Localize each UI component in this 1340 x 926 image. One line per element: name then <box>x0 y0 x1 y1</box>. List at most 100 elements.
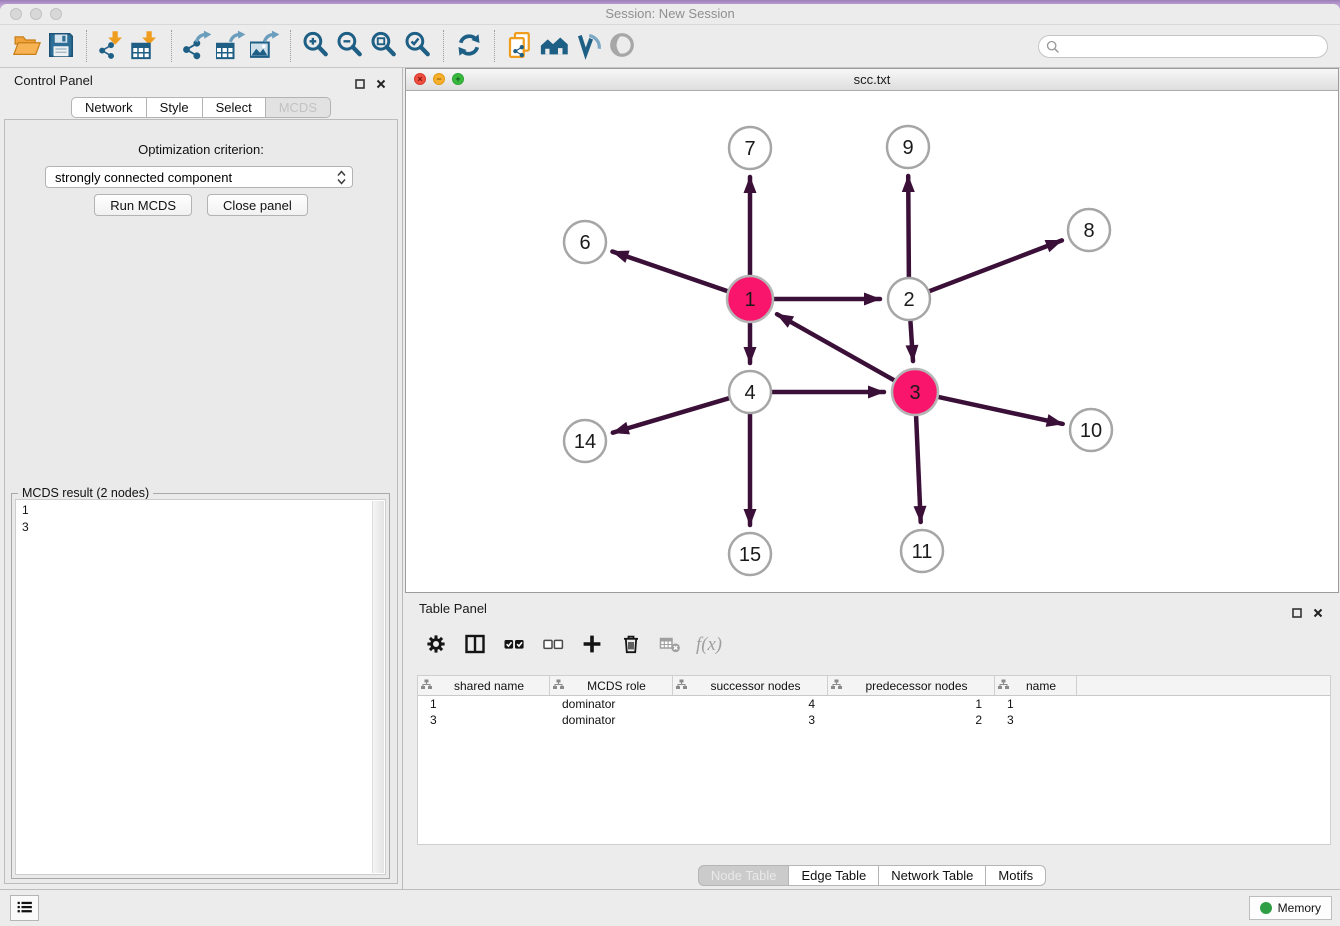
table-cell[interactable]: 3 <box>673 713 828 727</box>
edge-3-1[interactable] <box>777 314 896 381</box>
close-panel-icon[interactable] <box>376 76 386 94</box>
tab-style[interactable]: Style <box>146 97 203 118</box>
column-header-shared-name[interactable]: shared name <box>418 676 550 695</box>
table-row[interactable]: 1dominator411 <box>418 696 1330 712</box>
zoom-out-button[interactable] <box>333 29 367 63</box>
hide-all-columns-button[interactable] <box>540 632 566 658</box>
svg-text:7: 7 <box>744 138 755 160</box>
graph-node-15[interactable]: 15 <box>729 533 771 575</box>
open-session-button[interactable] <box>10 29 44 63</box>
control-panel: Control Panel NetworkStyleSelectMCDS Opt… <box>0 68 403 890</box>
zoom-fit-button[interactable] <box>367 29 401 63</box>
save-session-button[interactable] <box>44 29 78 63</box>
app-window: Session: New Session Control Panel Netwo… <box>0 4 1340 926</box>
graph-node-8[interactable]: 8 <box>1068 209 1110 251</box>
table-cell[interactable]: dominator <box>550 713 673 727</box>
float-table-panel-icon[interactable] <box>1292 605 1302 623</box>
tab-mcds[interactable]: MCDS <box>265 97 331 118</box>
show-panels-list-button[interactable] <box>10 895 39 921</box>
column-header-successor-nodes[interactable]: successor nodes <box>673 676 828 695</box>
close-window-icon[interactable] <box>10 8 22 20</box>
tab-network-table[interactable]: Network Table <box>878 865 986 886</box>
column-header-name[interactable]: name <box>995 676 1077 695</box>
edge-3-11[interactable] <box>916 414 921 522</box>
network-home-button[interactable] <box>537 29 571 63</box>
graph-node-14[interactable]: 14 <box>564 420 606 462</box>
close-panel-button[interactable]: Close panel <box>207 194 308 216</box>
zoom-in-icon <box>301 30 331 63</box>
mcds-pane: Optimization criterion: strongly connect… <box>4 119 398 884</box>
network-minimize-icon[interactable]: − <box>433 73 445 85</box>
svg-text:8: 8 <box>1083 220 1094 242</box>
column-settings-gear-button[interactable] <box>423 632 449 658</box>
add-column-button[interactable] <box>579 632 605 658</box>
close-table-panel-icon[interactable] <box>1313 605 1323 623</box>
network-canvas[interactable]: 7 9 6 8 1 2 4 3 14 10 15 11 <box>406 90 1338 592</box>
graph-node-6[interactable]: 6 <box>564 221 606 263</box>
table-cell[interactable]: 1 <box>418 697 550 711</box>
graph-node-9[interactable]: 9 <box>887 126 929 168</box>
apply-layout-button[interactable] <box>452 29 486 63</box>
table-cell[interactable]: 1 <box>828 697 995 711</box>
float-panel-icon[interactable] <box>355 76 365 94</box>
export-network-button[interactable] <box>180 29 214 63</box>
svg-text:15: 15 <box>739 544 761 566</box>
edge-3-10[interactable] <box>937 397 1063 424</box>
table-cell[interactable]: 2 <box>828 713 995 727</box>
graph-node-3[interactable]: 3 <box>892 369 938 415</box>
vizmap-button[interactable] <box>571 29 605 63</box>
table-row[interactable]: 3dominator323 <box>418 712 1330 728</box>
graph-node-10[interactable]: 10 <box>1070 409 1112 451</box>
search-input[interactable] <box>1038 35 1328 58</box>
edge-1-6[interactable] <box>612 252 729 292</box>
delete-column-button[interactable] <box>618 632 644 658</box>
table-cell[interactable]: 3 <box>418 713 550 727</box>
graph-node-2[interactable]: 2 <box>888 278 930 320</box>
graph-node-4[interactable]: 4 <box>729 371 771 413</box>
show-all-columns-button[interactable] <box>501 632 527 658</box>
zoom-window-icon[interactable] <box>50 8 62 20</box>
apply-layout-icon <box>454 30 484 63</box>
split-columns-button[interactable] <box>462 632 488 658</box>
graph-node-7[interactable]: 7 <box>729 127 771 169</box>
network-view-window: × − + scc.txt 7968124314101511 <box>405 68 1339 593</box>
table-cell[interactable]: 3 <box>995 713 1077 727</box>
hide-all-columns-icon <box>541 632 565 659</box>
network-close-icon[interactable]: × <box>414 73 426 85</box>
column-header-MCDS-role[interactable]: MCDS role <box>550 676 673 695</box>
import-table-button[interactable] <box>129 29 163 63</box>
svg-text:2: 2 <box>903 289 914 311</box>
tab-network[interactable]: Network <box>71 97 147 118</box>
run-mcds-button[interactable]: Run MCDS <box>94 194 192 216</box>
mcds-result-box[interactable]: 13 <box>15 499 386 875</box>
edge-2-8[interactable] <box>928 240 1062 291</box>
export-table-button[interactable] <box>214 29 248 63</box>
tab-motifs[interactable]: Motifs <box>985 865 1046 886</box>
result-scrollbar[interactable] <box>372 501 384 873</box>
zoom-selected-button[interactable] <box>401 29 435 63</box>
zoom-in-button[interactable] <box>299 29 333 63</box>
network-zoom-icon[interactable]: + <box>452 73 464 85</box>
table-cell[interactable]: 4 <box>673 697 828 711</box>
edge-2-9[interactable] <box>908 176 909 279</box>
minimize-window-icon[interactable] <box>30 8 42 20</box>
table-cell[interactable]: dominator <box>550 697 673 711</box>
edge-4-14[interactable] <box>613 398 731 433</box>
graph-node-11[interactable]: 11 <box>901 530 943 572</box>
edge-2-3[interactable] <box>910 319 913 361</box>
column-header-predecessor-nodes[interactable]: predecessor nodes <box>828 676 995 695</box>
table-cell[interactable]: 1 <box>995 697 1077 711</box>
export-image-button[interactable] <box>248 29 282 63</box>
memory-button[interactable]: Memory <box>1249 896 1332 920</box>
overview-eye-button[interactable] <box>605 29 639 63</box>
graph-node-1[interactable]: 1 <box>727 276 773 322</box>
toolbar-separator <box>494 30 495 62</box>
tab-select[interactable]: Select <box>202 97 266 118</box>
optimization-criterion-select[interactable]: strongly connected component <box>45 166 353 188</box>
duplicate-network-button[interactable] <box>503 29 537 63</box>
delete-table-button <box>657 632 683 658</box>
tab-node-table[interactable]: Node Table <box>698 865 790 886</box>
tab-edge-table[interactable]: Edge Table <box>788 865 879 886</box>
column-type-icon <box>676 679 687 693</box>
import-network-button[interactable] <box>95 29 129 63</box>
